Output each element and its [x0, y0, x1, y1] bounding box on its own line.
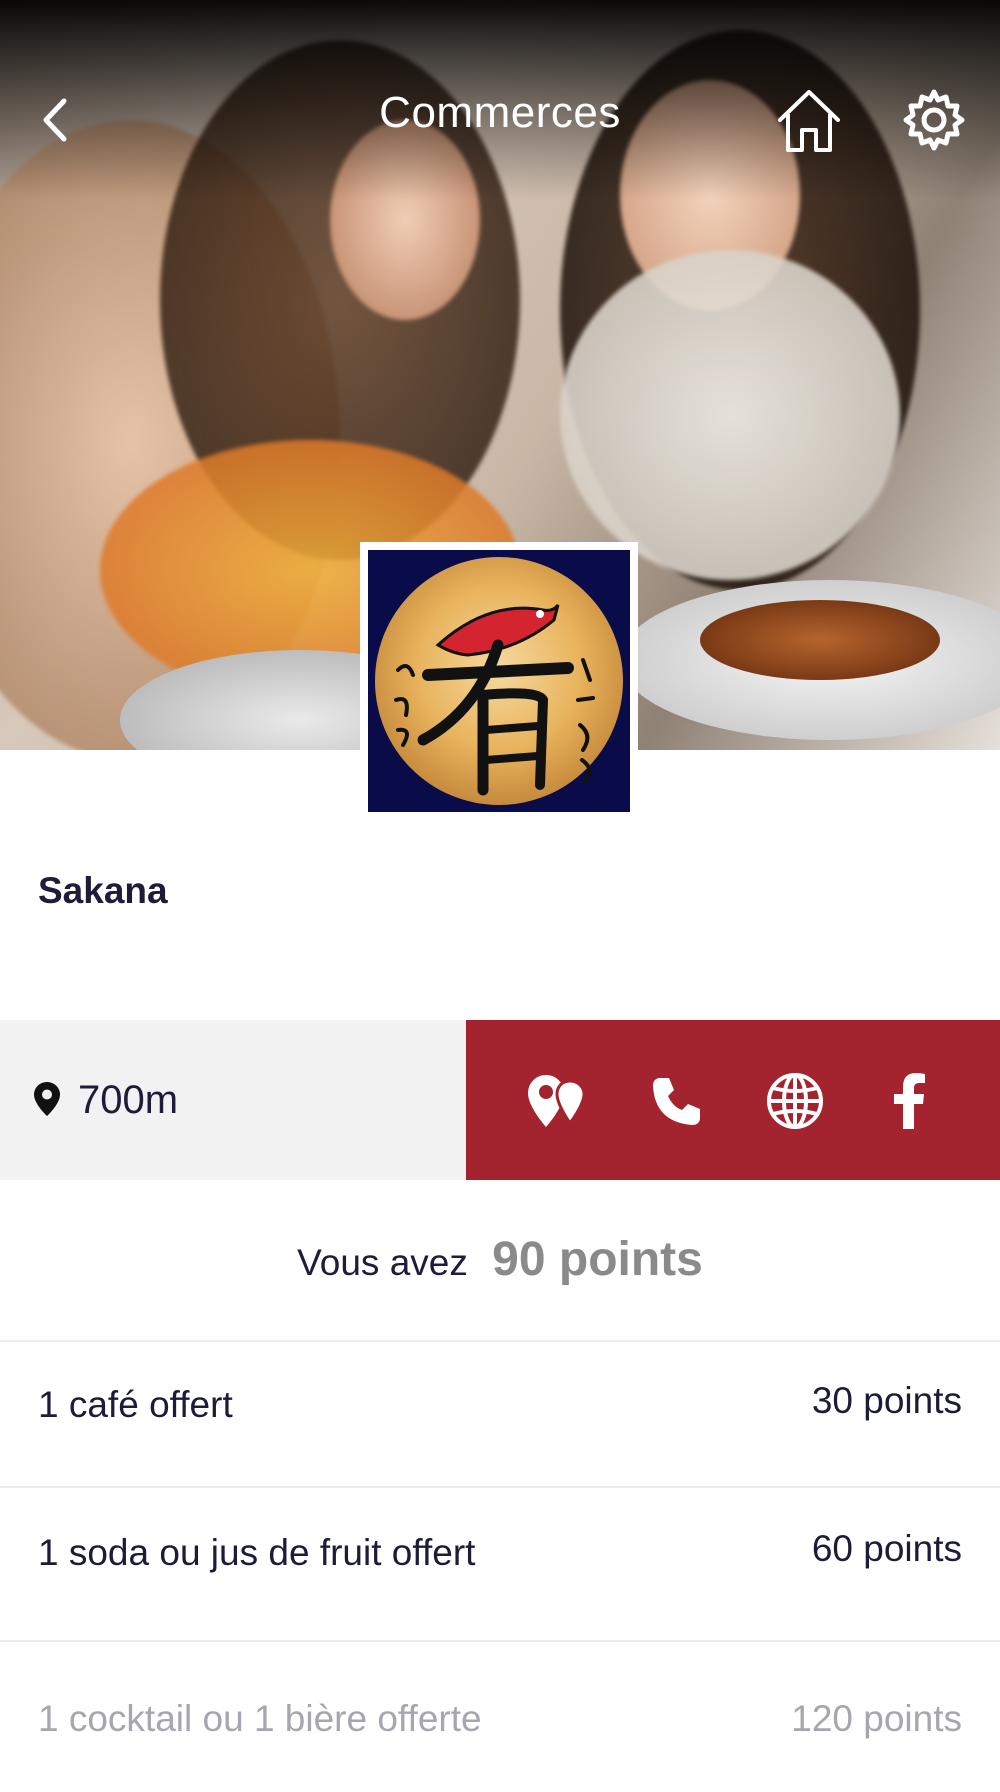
reward-cost: 30 points [811, 1380, 962, 1421]
reward-label: 1 café offert [38, 1384, 233, 1425]
website-button[interactable] [762, 1068, 828, 1134]
gear-icon [903, 89, 965, 151]
map-markers-icon [528, 1075, 586, 1127]
points-prefix: Vous avez [297, 1242, 468, 1283]
facebook-icon [894, 1073, 925, 1129]
reward-cost: 60 points [811, 1528, 962, 1569]
points-value: 90 points [492, 1233, 703, 1286]
top-bar: Commerces [0, 60, 1000, 180]
map-pin-icon [34, 1082, 60, 1116]
shop-name: Sakana [38, 870, 168, 911]
shop-logo [360, 542, 638, 820]
distance-panel: 700m [0, 1020, 466, 1180]
action-bar [466, 1020, 1000, 1180]
home-button[interactable] [776, 88, 842, 154]
phone-icon [653, 1078, 700, 1125]
call-button[interactable] [643, 1068, 709, 1134]
distance-value: 700m [78, 1078, 179, 1122]
facebook-button[interactable] [876, 1068, 942, 1134]
reward-label: 1 soda ou jus de fruit offert [38, 1532, 476, 1573]
reward-label: 1 cocktail ou 1 bière offerte [38, 1698, 482, 1739]
reward-row[interactable]: 1 soda ou jus de fruit offert 60 points [0, 1488, 1000, 1638]
globe-icon [767, 1073, 823, 1129]
points-summary: Vous avez 90 points [0, 1232, 1000, 1287]
reward-row: 1 cocktail ou 1 bière offerte 120 points [0, 1642, 1000, 1792]
page-title: Commerces [379, 88, 621, 137]
reward-row[interactable]: 1 café offert 30 points [0, 1342, 1000, 1492]
home-icon [778, 90, 840, 152]
directions-button[interactable] [524, 1068, 590, 1134]
reward-cost: 120 points [791, 1698, 962, 1739]
settings-button[interactable] [900, 86, 968, 154]
